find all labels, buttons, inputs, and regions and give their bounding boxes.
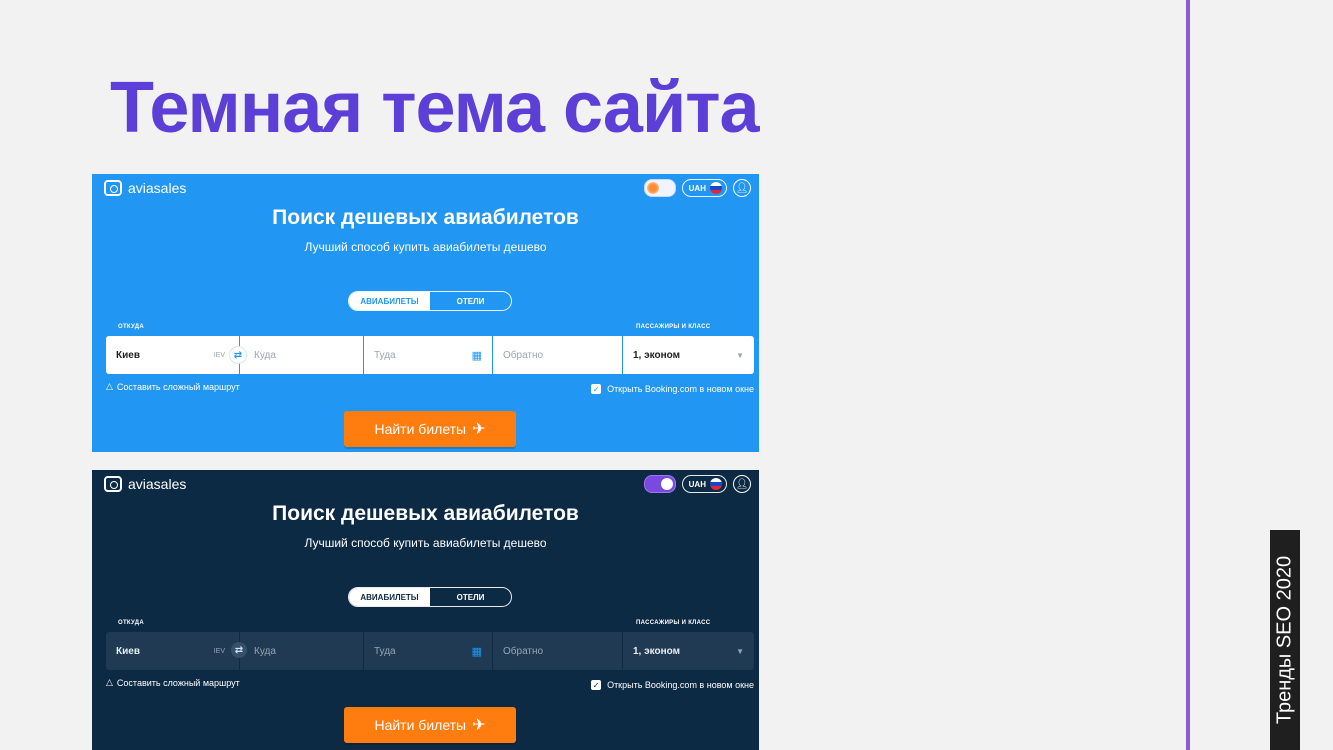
user-icon[interactable]: 👤︎	[733, 475, 751, 493]
search-button[interactable]: Найти билеты ✈︎	[344, 707, 516, 743]
swap-icon[interactable]: ⇄	[231, 642, 247, 658]
plane-icon: ✈︎	[472, 421, 486, 438]
origin-field[interactable]: Киев IEV ⇄	[106, 336, 247, 374]
search-form: Киев IEV ⇄ Куда Туда ▦ Обратно 1, эконом…	[106, 336, 754, 374]
header-controls: UAH 👤︎	[643, 179, 751, 197]
route-icon: △	[106, 677, 113, 687]
depart-placeholder: Туда	[374, 645, 396, 657]
user-icon[interactable]: 👤︎	[733, 179, 751, 197]
logo-text: aviasales	[128, 476, 187, 492]
depart-placeholder: Туда	[374, 349, 396, 361]
header-controls: UAH 👤︎	[643, 475, 751, 493]
search-tabs: АВИАБИЛЕТЫ ОТЕЛИ	[348, 291, 512, 311]
passengers-select[interactable]: 1, эконом ▼	[623, 336, 754, 374]
search-button-label: Найти билеты	[374, 717, 467, 733]
chevron-down-icon: ▼	[736, 350, 744, 360]
currency-label: UAH	[688, 479, 706, 489]
hero-title: Поиск дешевых авиабилетов	[272, 206, 579, 229]
calendar-icon: ▦	[471, 645, 482, 658]
passengers-label: ПАССАЖИРЫ И КЛАСС	[636, 620, 711, 626]
vertical-divider	[1186, 0, 1190, 750]
logo-icon	[104, 476, 122, 492]
chevron-down-icon: ▼	[736, 646, 744, 656]
theme-toggle[interactable]	[643, 475, 676, 493]
checkbox-icon[interactable]: ✓	[591, 384, 602, 394]
logo-icon	[104, 180, 122, 196]
complex-route-link[interactable]: △ Составить сложный маршрут	[106, 677, 240, 688]
from-label: ОТКУДА	[118, 324, 144, 330]
complex-route-label: Составить сложный маршрут	[116, 381, 240, 392]
return-placeholder: Обратно	[503, 349, 544, 361]
hero-subtitle: Лучший способ купить авиабилеты дешево	[304, 240, 547, 254]
checkbox-icon[interactable]: ✓	[591, 680, 602, 690]
origin-code: IEV	[213, 351, 225, 359]
theme-toggle[interactable]	[643, 179, 676, 197]
calendar-icon: ▦	[471, 349, 482, 362]
plane-icon: ✈︎	[472, 717, 486, 734]
booking-option[interactable]: ✓ Открыть Booking.com в новом окне	[591, 680, 754, 690]
search-tabs: АВИАБИЛЕТЫ ОТЕЛИ	[348, 587, 512, 607]
logo[interactable]: aviasales	[104, 180, 186, 196]
depart-date-field[interactable]: Туда ▦	[364, 632, 493, 670]
passengers-label: ПАССАЖИРЫ И КЛАСС	[636, 324, 711, 330]
side-badge-label: Тренды SEO 2020	[1273, 555, 1296, 725]
return-date-field[interactable]: Обратно	[493, 336, 623, 374]
search-form: Киев IEV ⇄ Куда Туда ▦ Обратно 1, эконом…	[106, 632, 754, 670]
origin-field[interactable]: Киев IEV ⇄	[106, 632, 247, 670]
logo-text: aviasales	[128, 180, 187, 196]
search-button-label: Найти билеты	[374, 421, 467, 437]
light-theme-screenshot: aviasales UAH 👤︎ Поиск дешевых авиабилет…	[92, 174, 759, 452]
currency-selector[interactable]: UAH	[681, 475, 727, 493]
hero-title: Поиск дешевых авиабилетов	[272, 502, 579, 525]
russia-flag-icon	[710, 478, 722, 490]
complex-route-label: Составить сложный маршрут	[116, 677, 240, 688]
depart-date-field[interactable]: Туда ▦	[364, 336, 493, 374]
dark-theme-screenshot: aviasales UAH 👤︎ Поиск дешевых авиабилет…	[92, 470, 759, 750]
booking-option[interactable]: ✓ Открыть Booking.com в новом окне	[591, 384, 754, 394]
booking-label: Открыть Booking.com в новом окне	[607, 384, 754, 394]
return-date-field[interactable]: Обратно	[493, 632, 623, 670]
origin-value: Киев	[116, 349, 140, 361]
hero-subtitle: Лучший способ купить авиабилеты дешево	[304, 536, 547, 550]
tab-hotels[interactable]: ОТЕЛИ	[430, 292, 511, 310]
complex-route-link[interactable]: △ Составить сложный маршрут	[106, 381, 240, 392]
russia-flag-icon	[710, 182, 722, 194]
passengers-value: 1, эконом	[633, 645, 681, 657]
passengers-select[interactable]: 1, эконом ▼	[623, 632, 754, 670]
passengers-value: 1, эконом	[633, 349, 681, 361]
destination-field[interactable]: Куда	[240, 632, 364, 670]
slide-title: Темная тема сайта	[110, 68, 760, 148]
search-button[interactable]: Найти билеты ✈︎	[344, 411, 516, 447]
origin-value: Киев	[116, 645, 140, 657]
tab-hotels[interactable]: ОТЕЛИ	[430, 588, 511, 606]
booking-label: Открыть Booking.com в новом окне	[607, 680, 754, 690]
destination-placeholder: Куда	[254, 645, 276, 657]
currency-label: UAH	[688, 183, 706, 193]
destination-placeholder: Куда	[254, 349, 276, 361]
tab-flights[interactable]: АВИАБИЛЕТЫ	[349, 588, 430, 606]
from-label: ОТКУДА	[118, 620, 144, 626]
tab-flights[interactable]: АВИАБИЛЕТЫ	[349, 292, 430, 310]
destination-field[interactable]: Куда	[240, 336, 364, 374]
route-icon: △	[106, 381, 113, 391]
currency-selector[interactable]: UAH	[681, 179, 727, 197]
return-placeholder: Обратно	[503, 645, 544, 657]
side-badge: Тренды SEO 2020	[1270, 530, 1300, 750]
logo[interactable]: aviasales	[104, 476, 186, 492]
origin-code: IEV	[213, 647, 225, 655]
swap-icon[interactable]: ⇄	[229, 346, 247, 364]
